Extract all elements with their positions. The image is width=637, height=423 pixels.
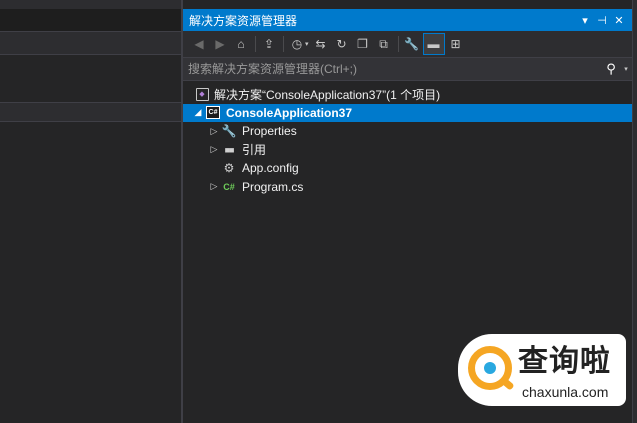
solution-explorer-toolbar: ◀ ▶ ⌂ ⇪ ◷ ▾ ⇆ ↻ ❐ ⧉ 🔧 ▬ ⊞ bbox=[183, 31, 632, 58]
right-edge-strip bbox=[632, 0, 637, 423]
watermark: 查询啦 chaxunla.com bbox=[458, 334, 626, 406]
tree-row-program-cs[interactable]: ▷ C# Program.cs bbox=[183, 178, 632, 197]
watermark-name: 查询啦 bbox=[518, 344, 611, 379]
tree-row-label: Properties bbox=[242, 124, 297, 139]
tree-row-app-config[interactable]: ⚙ App.config bbox=[183, 159, 632, 178]
toolbar-separator bbox=[255, 36, 256, 52]
pending-changes-filter-icon[interactable]: ⇪ bbox=[259, 34, 279, 54]
toolbar-separator bbox=[397, 36, 399, 52]
forward-icon[interactable]: ▶ bbox=[210, 34, 230, 54]
csharp-project-icon: C# bbox=[206, 106, 220, 120]
watermark-logo-tail bbox=[499, 376, 515, 391]
sync-with-active-document-icon[interactable]: ⇆ bbox=[311, 34, 331, 54]
editor-area bbox=[0, 0, 182, 423]
collapsed-arrow-icon[interactable]: ▷ bbox=[207, 126, 221, 137]
toolbar-separator bbox=[283, 36, 284, 52]
solution-explorer-search: ⚲ ▾ bbox=[183, 58, 632, 81]
editor-tab-well bbox=[0, 9, 182, 32]
tree-row-properties[interactable]: ▷ 🔧 Properties bbox=[183, 122, 632, 141]
tree-row-label: 解决方案“ConsoleApplication37”(1 个项目) bbox=[214, 87, 441, 102]
history-icon[interactable]: ◷ bbox=[287, 34, 307, 54]
csharp-project-icon-wrap: C# bbox=[205, 106, 221, 120]
tree-row-label: Program.cs bbox=[242, 179, 304, 194]
config-file-icon: ⚙ bbox=[223, 161, 235, 176]
search-options-dropdown-icon[interactable]: ▾ bbox=[620, 65, 632, 73]
editor-nav-bar bbox=[0, 32, 182, 55]
solution-icon: ◆ bbox=[195, 87, 209, 101]
home-icon[interactable]: ⌂ bbox=[231, 34, 251, 54]
solution-tree: ◆ 解决方案“ConsoleApplication37”(1 个项目) ◢ C#… bbox=[183, 81, 632, 196]
tree-row-solution[interactable]: ◆ 解决方案“ConsoleApplication37”(1 个项目) bbox=[183, 85, 632, 104]
close-icon[interactable]: ✕ bbox=[612, 14, 626, 27]
tree-row-references[interactable]: ▷ ■■ 引用 bbox=[183, 141, 632, 160]
pin-icon[interactable]: ⊣ bbox=[595, 14, 609, 27]
history-dropdown-icon[interactable]: ▾ bbox=[305, 40, 309, 48]
search-icon[interactable]: ⚲ bbox=[602, 61, 620, 77]
tree-row-project[interactable]: ◢ C# ConsoleApplication37 bbox=[183, 103, 632, 122]
collapsed-arrow-icon[interactable]: ▷ bbox=[207, 144, 221, 155]
tree-row-label: ConsoleApplication37 bbox=[226, 105, 353, 120]
editor-top-strip bbox=[0, 0, 182, 9]
back-icon[interactable]: ◀ bbox=[189, 34, 209, 54]
preview-selected-items-icon[interactable]: ▬ bbox=[422, 33, 445, 55]
references-icon: ■■ bbox=[224, 144, 235, 155]
watermark-url: chaxunla.com bbox=[522, 384, 609, 400]
collapse-all-icon[interactable]: ❐ bbox=[353, 34, 373, 54]
tree-row-label: App.config bbox=[242, 161, 299, 176]
solution-icon-wrap: ◆ bbox=[193, 87, 209, 101]
properties-wrench-icon[interactable]: 🔧 bbox=[402, 34, 422, 54]
solution-explorer-title-bar: 解决方案资源管理器 ▾ ⊣ ✕ bbox=[183, 9, 632, 31]
solution-explorer-title: 解决方案资源管理器 bbox=[189, 13, 298, 28]
editor-line-highlight bbox=[0, 102, 182, 122]
search-input[interactable] bbox=[183, 58, 602, 80]
class-diagram-icon[interactable]: ⊞ bbox=[446, 34, 466, 54]
expanded-arrow-icon[interactable]: ◢ bbox=[191, 107, 205, 118]
show-all-files-icon[interactable]: ⧉ bbox=[374, 34, 394, 54]
refresh-icon[interactable]: ↻ bbox=[332, 34, 352, 54]
collapsed-arrow-icon[interactable]: ▷ bbox=[207, 181, 221, 192]
window-position-dropdown-icon[interactable]: ▾ bbox=[578, 14, 592, 27]
csharp-file-icon: C# bbox=[223, 181, 235, 192]
tree-row-label: 引用 bbox=[242, 143, 267, 158]
wrench-icon: 🔧 bbox=[221, 124, 237, 139]
